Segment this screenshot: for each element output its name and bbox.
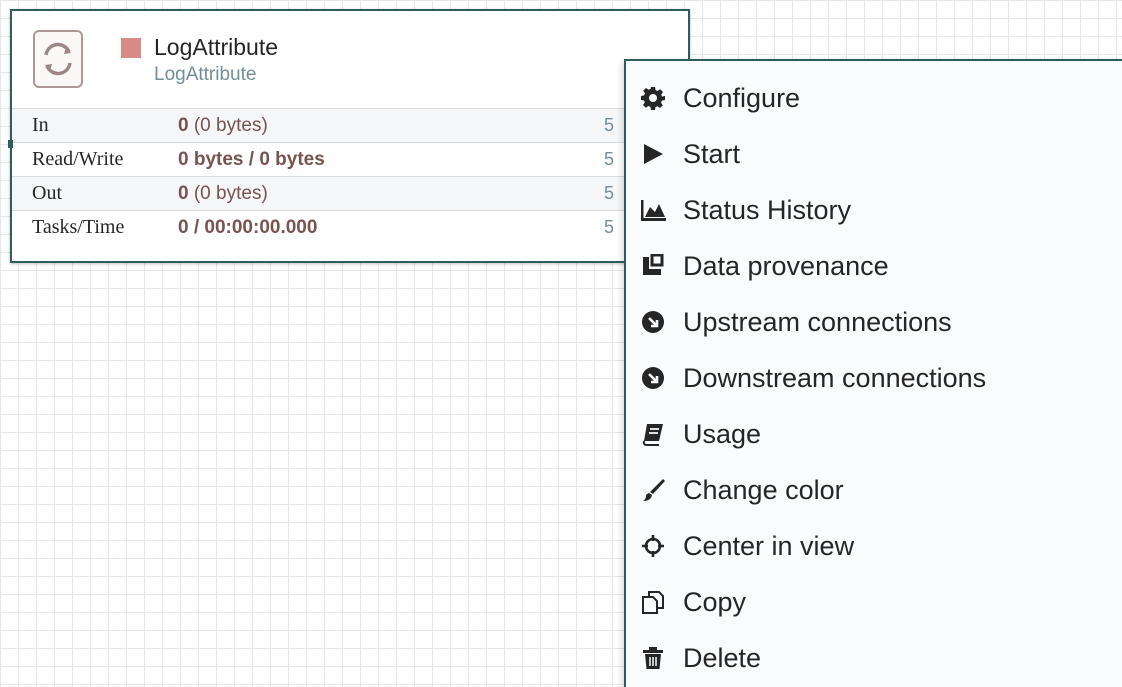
menu-item-label: Configure: [683, 82, 801, 113]
menu-item-downstream-connections[interactable]: Downstream connections: [626, 350, 1122, 406]
menu-item-label: Change color: [683, 474, 844, 505]
menu-item-label: Start: [683, 138, 741, 169]
stat-label: Out: [32, 182, 62, 204]
processor-stats: In 0 (0 bytes) 5 min Read/Write 0 bytes …: [12, 108, 688, 244]
menu-item-usage[interactable]: Usage: [626, 406, 1122, 462]
gear-icon: [640, 85, 666, 111]
menu-item-center-in-view[interactable]: Center in view: [626, 518, 1122, 574]
stat-label: Tasks/Time: [32, 216, 125, 238]
copy-icon: [640, 589, 666, 615]
input-port-marker: [8, 140, 13, 148]
processor-type: LogAttribute: [154, 64, 257, 85]
stat-period: 5: [604, 149, 615, 169]
crosshairs-icon: [640, 533, 666, 559]
menu-item-data-provenance[interactable]: Data provenance: [626, 238, 1122, 294]
downstream-icon: [640, 365, 666, 391]
upstream-icon: [640, 309, 666, 335]
menu-item-delete[interactable]: Delete: [626, 630, 1122, 686]
context-menu: Configure Start Status History Data prov…: [624, 59, 1122, 687]
play-icon: [640, 141, 666, 167]
stat-label: Read/Write: [32, 148, 124, 170]
stat-row-read-write: Read/Write 0 bytes / 0 bytes 5 min: [12, 142, 688, 176]
menu-item-label: Data provenance: [683, 250, 889, 281]
area-chart-icon: [640, 197, 666, 223]
menu-item-change-color[interactable]: Change color: [626, 462, 1122, 518]
stat-value: 0 (0 bytes): [178, 182, 268, 204]
processor-component[interactable]: LogAttribute LogAttribute In 0 (0 bytes)…: [10, 9, 690, 263]
trash-icon: [640, 645, 666, 671]
menu-item-start[interactable]: Start: [626, 126, 1122, 182]
processor-refresh-icon: [44, 42, 72, 76]
stat-value: 0 bytes / 0 bytes: [178, 148, 325, 170]
stat-period: 5: [604, 115, 615, 135]
menu-item-status-history[interactable]: Status History: [626, 182, 1122, 238]
menu-item-label: Downstream connections: [683, 362, 987, 393]
processor-icon: [33, 30, 83, 88]
menu-item-configure[interactable]: Configure: [626, 70, 1122, 126]
stat-period: 5: [604, 217, 615, 237]
paintbrush-icon: [640, 477, 666, 503]
stat-row-in: In 0 (0 bytes) 5 min: [12, 108, 688, 142]
menu-item-label: Copy: [683, 586, 747, 617]
menu-item-label: Upstream connections: [683, 306, 952, 337]
book-icon: [640, 421, 666, 447]
stat-value: 0 (0 bytes): [178, 114, 268, 136]
menu-item-label: Status History: [683, 194, 852, 225]
menu-item-label: Center in view: [683, 530, 855, 561]
provenance-icon: [640, 253, 666, 279]
run-status-indicator: [121, 38, 141, 58]
menu-item-label: Usage: [683, 418, 762, 449]
menu-item-label: Delete: [683, 642, 762, 673]
stat-row-out: Out 0 (0 bytes) 5 min: [12, 176, 688, 210]
menu-item-copy[interactable]: Copy: [626, 574, 1122, 630]
processor-name: LogAttribute: [154, 34, 279, 60]
menu-item-upstream-connections[interactable]: Upstream connections: [626, 294, 1122, 350]
stat-value: 0 / 00:00:00.000: [178, 216, 318, 238]
stat-period: 5: [604, 183, 615, 203]
stat-row-tasks-time: Tasks/Time 0 / 00:00:00.000 5 min: [12, 210, 688, 244]
stat-label: In: [32, 114, 49, 136]
